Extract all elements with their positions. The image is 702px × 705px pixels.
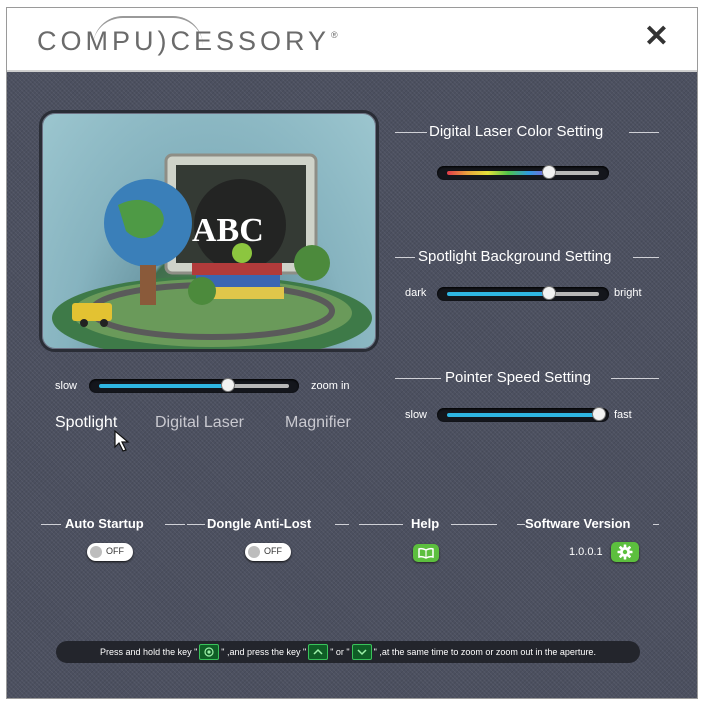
hint-text-4: " ,at the same time to zoom or zoom out … (373, 647, 596, 657)
toggle-knob (248, 546, 260, 558)
auto-startup-state: OFF (106, 546, 124, 556)
rule (395, 132, 427, 133)
tab-spotlight[interactable]: Spotlight (55, 414, 117, 432)
classroom-scene-illustration: ABC (52, 153, 372, 349)
version-title: Software Version (525, 516, 631, 531)
dongle-state: OFF (264, 546, 282, 556)
laser-color-title: Digital Laser Color Setting (429, 123, 604, 140)
down-key-icon (351, 643, 372, 660)
rule (359, 524, 403, 525)
pointer-slider-knob[interactable] (592, 407, 606, 421)
pointer-slider-fill (447, 413, 599, 417)
auto-startup-title: Auto Startup (65, 516, 144, 531)
help-button[interactable] (413, 544, 439, 562)
instruction-hint-bar: Press and hold the key " " ,and press the… (56, 641, 640, 663)
rule (451, 524, 497, 525)
rule (629, 132, 659, 133)
zoom-slider-fill (99, 384, 229, 388)
settings-panel: ABC slow zoom in Spotlight Digital Laser… (7, 72, 697, 698)
background-slider-fill (447, 292, 549, 296)
background-title: Spotlight Background Setting (418, 248, 612, 265)
zoom-max-label: zoom in (311, 380, 350, 392)
rule (653, 524, 659, 525)
laser-color-rest (548, 171, 599, 175)
toggle-knob (90, 546, 102, 558)
svg-text:ABC: ABC (192, 212, 264, 249)
auto-startup-toggle[interactable]: OFF (87, 543, 133, 561)
pointer-speed-slider[interactable] (437, 407, 609, 422)
rule (187, 524, 205, 525)
hint-text-1: Press and hold the key " (100, 647, 198, 657)
pointer-speed-title: Pointer Speed Setting (445, 369, 591, 386)
rule (611, 378, 659, 379)
book-icon (418, 547, 434, 559)
gear-icon (617, 544, 633, 560)
zoom-min-label: slow (55, 380, 78, 392)
laser-color-knob[interactable] (541, 165, 556, 179)
up-key-icon (308, 643, 329, 660)
laser-color-slider[interactable] (437, 165, 609, 180)
close-icon[interactable]: ✕ (644, 22, 669, 52)
rule (395, 378, 441, 379)
settings-button[interactable] (611, 542, 639, 562)
background-slider[interactable] (437, 286, 609, 301)
background-slider-knob[interactable] (541, 286, 556, 300)
tab-magnifier[interactable]: Magnifier (285, 414, 351, 432)
logo-mark: ® (331, 30, 338, 40)
header: COMPU)CESSORY® ✕ (7, 8, 697, 72)
background-min-label: dark (405, 287, 427, 299)
hint-text-2: " ,and press the key " (221, 647, 307, 657)
rule (395, 257, 415, 258)
pointer-min-label: slow (405, 409, 428, 421)
help-title: Help (411, 516, 440, 531)
zoom-slider[interactable] (89, 378, 299, 393)
zoom-slider-rest (228, 384, 289, 388)
rule (633, 257, 659, 258)
version-value: 1.0.0.1 (569, 546, 603, 558)
hint-text-3: " or " (330, 647, 350, 657)
preview-image: ABC (39, 110, 379, 352)
dongle-title: Dongle Anti-Lost (207, 516, 312, 531)
rule (517, 524, 525, 525)
rule (335, 524, 349, 525)
tab-digital-laser[interactable]: Digital Laser (155, 414, 244, 432)
mouse-cursor-icon (114, 429, 130, 452)
background-slider-rest (548, 292, 599, 296)
pointer-max-label: fast (614, 409, 632, 421)
rule (165, 524, 185, 525)
app-window: COMPU)CESSORY® ✕ ABC slow zoom in Spotli… (6, 7, 698, 699)
background-max-label: bright (614, 287, 642, 299)
zoom-slider-knob[interactable] (221, 378, 236, 392)
logo-text: COMPU)CESSORY (37, 26, 331, 56)
center-key-icon (199, 643, 220, 660)
dongle-toggle[interactable]: OFF (245, 543, 291, 561)
laser-color-spectrum (447, 171, 549, 175)
logo: COMPU)CESSORY® (37, 26, 338, 57)
rule (41, 524, 61, 525)
